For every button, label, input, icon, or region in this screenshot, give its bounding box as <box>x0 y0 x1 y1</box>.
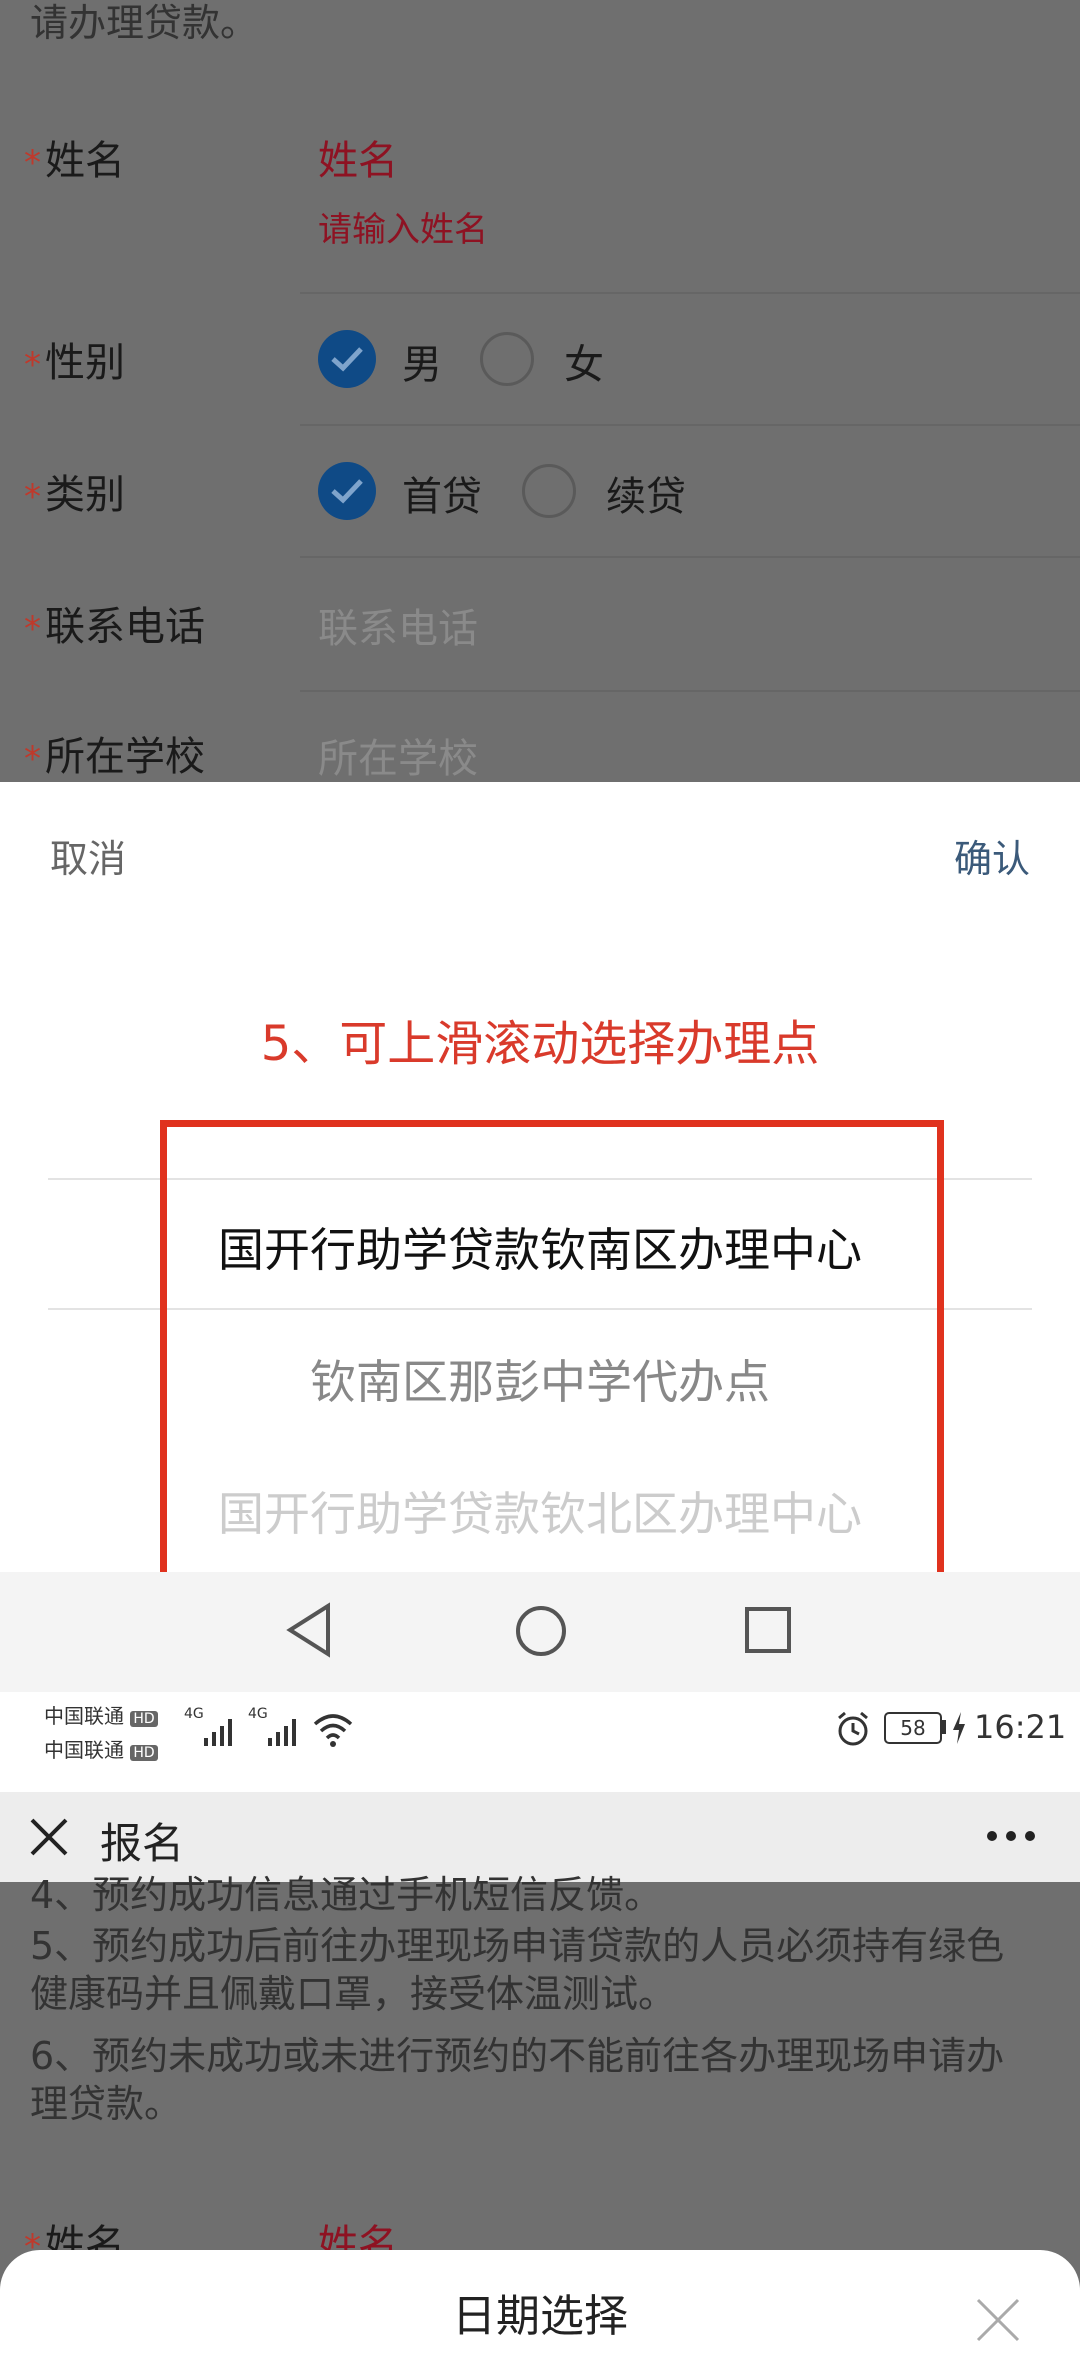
category-first-checkbox[interactable] <box>318 462 376 520</box>
gender-label: 性别 <box>45 340 125 386</box>
carrier-1: 中国联通 HD <box>44 1700 158 1729</box>
name-row-label: * 姓名 <box>24 128 125 186</box>
gender-row-label: * 性别 <box>24 330 125 388</box>
notice-line-4: 4、预约成功信息通过手机短信反馈。 <box>30 1873 663 1917</box>
name-label: 姓名 <box>45 138 125 184</box>
back-triangle-icon[interactable] <box>284 1602 334 1658</box>
required-mark: * <box>24 739 41 779</box>
phone-input[interactable]: 联系电话 <box>318 596 478 654</box>
battery-tip <box>942 1720 946 1734</box>
network-4g-label: 4G <box>184 1706 204 1722</box>
network-4g-label: 4G <box>248 1706 268 1722</box>
form-text-fragment: 请办理贷款。 <box>30 1 259 45</box>
annotation-highlight-box <box>160 1120 944 1582</box>
check-icon <box>331 347 363 372</box>
category-renew-radio[interactable] <box>522 464 576 518</box>
gender-male-checkbox[interactable] <box>318 330 376 388</box>
phone-row-label: * 联系电话 <box>24 594 205 652</box>
gender-female-radio[interactable] <box>480 332 534 386</box>
signal-icon <box>268 1719 296 1746</box>
school-input[interactable]: 所在学校 <box>318 726 478 784</box>
category-first-label: 首贷 <box>402 474 482 520</box>
carrier-2: 中国联通 HD <box>44 1734 158 1763</box>
school-row-label: * 所在学校 <box>24 724 205 782</box>
date-picker-sheet: 日期选择 <box>0 2250 1080 2360</box>
date-sheet-title: 日期选择 <box>452 2291 628 2342</box>
required-mark: * <box>24 609 41 649</box>
system-nav-bar <box>0 1572 1080 1692</box>
cancel-button[interactable]: 取消 <box>50 828 126 883</box>
picker-sheet: 取消 确认 5、可上滑滚动选择办理点 国开行助学贷款钦南区办理中心 钦南区那彭中… <box>0 782 1080 1582</box>
school-label: 所在学校 <box>45 734 205 780</box>
divider <box>300 690 1080 692</box>
confirm-button[interactable]: 确认 <box>954 828 1030 883</box>
top-form-overlay: 请办理贷款。 * 姓名 姓名 请输入姓名 * 性别 男 女 * 类别 首贷 续贷 * 联… <box>0 0 1080 782</box>
signal-icon <box>204 1719 232 1746</box>
divider <box>300 292 1080 294</box>
close-icon[interactable] <box>28 1816 70 1858</box>
check-icon <box>331 479 363 504</box>
annotation-text: 5、可上滑滚动选择办理点 <box>260 1016 820 1072</box>
gender-male-label: 男 <box>402 342 442 388</box>
charging-icon <box>953 1712 965 1744</box>
close-icon[interactable] <box>974 2296 1022 2344</box>
clock-time: 16:21 <box>974 1708 1067 1746</box>
divider <box>300 424 1080 426</box>
hd-badge: HD <box>130 1711 158 1727</box>
home-circle-icon[interactable] <box>514 1604 568 1658</box>
page-title: 报名 <box>100 1819 185 1868</box>
gender-female-label: 女 <box>564 342 604 388</box>
divider <box>300 556 1080 558</box>
alarm-icon <box>838 1711 868 1746</box>
category-row-label: * 类别 <box>24 462 125 520</box>
hd-badge: HD <box>130 1745 158 1761</box>
recents-square-icon[interactable] <box>744 1606 792 1654</box>
wifi-icon <box>313 1714 353 1747</box>
category-renew-label: 续贷 <box>606 474 686 520</box>
phone-label: 联系电话 <box>45 604 205 650</box>
required-mark: * <box>24 477 41 517</box>
notice-line-6: 6、预约未成功或未进行预约的不能前往各办理现场申请办理贷款。 <box>30 2034 1005 2126</box>
more-icon[interactable] <box>986 1828 1036 1844</box>
battery-icon: 58 <box>884 1712 942 1744</box>
status-bar: 中国联通 HD 中国联通 HD 4G 4G 58 16:21 <box>0 1692 1080 1792</box>
notice-line-5: 5、预约成功后前往办理现场申请贷款的人员必须持有绿色健康码并且佩戴口罩，接受体温… <box>30 1924 1005 2016</box>
name-input[interactable]: 姓名 <box>318 128 398 186</box>
required-mark: * <box>24 143 41 183</box>
category-label: 类别 <box>45 472 125 518</box>
name-error: 请输入姓名 <box>318 210 488 250</box>
required-mark: * <box>24 345 41 385</box>
